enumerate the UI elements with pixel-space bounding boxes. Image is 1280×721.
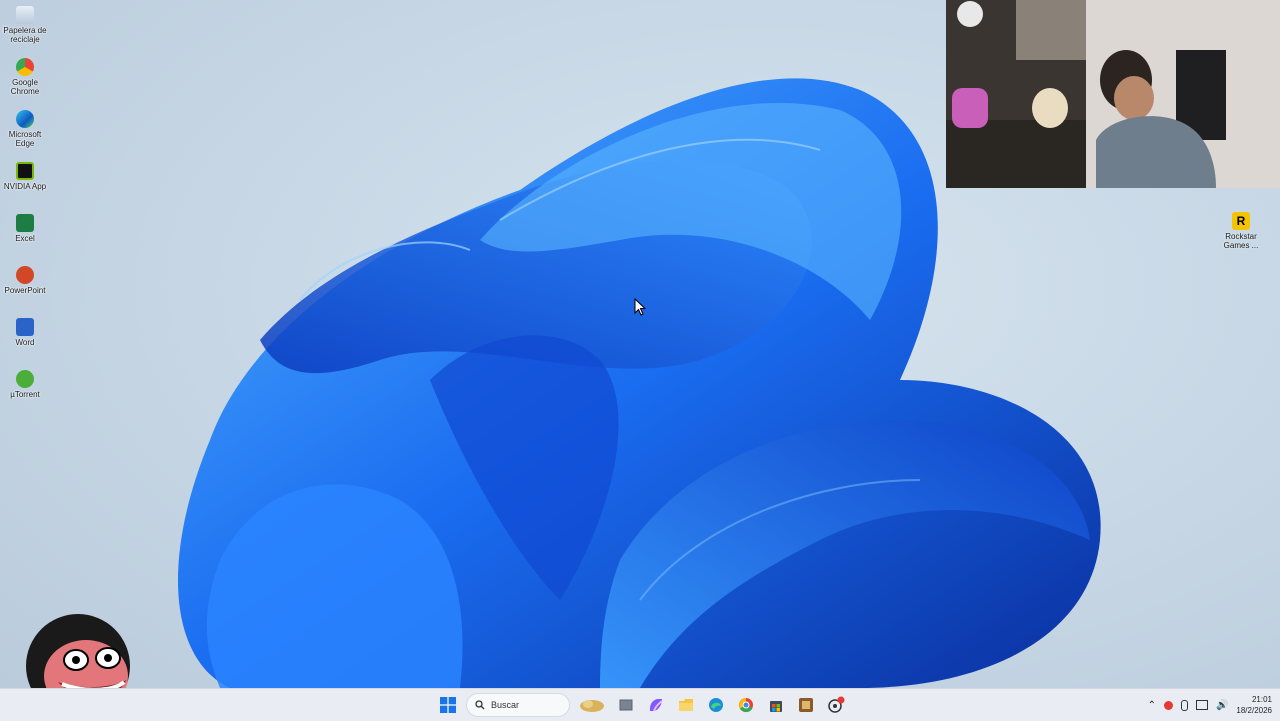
- chevron-up-icon[interactable]: ⌃: [1148, 700, 1156, 711]
- utorrent-icon: [16, 370, 34, 388]
- desktop-icon-powerpoint[interactable]: PowerPoint: [0, 262, 50, 295]
- mouse-cursor-icon: [634, 298, 646, 316]
- clock[interactable]: 21:01 18/2/2026: [1236, 694, 1272, 716]
- file-explorer-button[interactable]: [674, 693, 698, 717]
- desktop-icon-rockstar[interactable]: R Rockstar Games ...: [1218, 212, 1264, 250]
- start-button[interactable]: [436, 693, 460, 717]
- desktop-icon-label: Microsoft Edge: [8, 130, 42, 148]
- edge-taskbar-button[interactable]: [704, 693, 728, 717]
- taskbar-search[interactable]: Buscar: [466, 693, 570, 717]
- nvidia-icon: [16, 162, 34, 180]
- clock-date: 18/2/2026: [1236, 706, 1272, 715]
- microphone-icon[interactable]: [1180, 699, 1188, 711]
- store-button[interactable]: [764, 693, 788, 717]
- record-status-icon[interactable]: [1163, 700, 1173, 710]
- desktop-icon-label: Excel: [15, 234, 35, 243]
- recording-icon: [828, 696, 845, 713]
- desktop-icon-chrome[interactable]: Google Chrome: [0, 54, 50, 96]
- desktop-icon-label: NVIDIA App: [3, 182, 47, 191]
- desktop-icon-word[interactable]: Word: [0, 314, 50, 347]
- rockstar-icon: R: [1232, 212, 1250, 230]
- desktop-icon-label: µTorrent: [10, 390, 40, 399]
- search-icon: [475, 700, 485, 710]
- chrome-icon: [16, 58, 34, 76]
- search-placeholder: Buscar: [491, 700, 520, 710]
- excel-icon: [16, 214, 34, 232]
- desktop-icon-label: Word: [15, 338, 35, 347]
- desktop-icon-edge[interactable]: Microsoft Edge: [0, 106, 50, 148]
- powerpoint-icon: [16, 266, 34, 284]
- desktop-icon-recycle-bin[interactable]: Papelera de reciclaje: [0, 2, 50, 44]
- system-tray: ⌃ 🔊 21:01 18/2/2026: [1148, 692, 1272, 718]
- word-icon: [16, 318, 34, 336]
- widgets-icon: [580, 700, 604, 712]
- chrome-taskbar-button[interactable]: [734, 693, 758, 717]
- desktop-icon-label: Papelera de reciclaje: [3, 26, 47, 44]
- recycle-bin-icon: [16, 6, 34, 24]
- webcam-scene: [946, 0, 1280, 188]
- task-view-button[interactable]: [614, 693, 638, 717]
- desktop-icon-label: Rockstar Games ...: [1223, 232, 1259, 250]
- store-icon: [770, 701, 782, 712]
- edge-icon: [709, 698, 723, 712]
- file-explorer-icon: [679, 699, 693, 711]
- recording-button[interactable]: [824, 693, 848, 717]
- desktop-icon-excel[interactable]: Excel: [0, 210, 50, 243]
- volume-icon[interactable]: 🔊: [1216, 700, 1228, 711]
- widgets-button[interactable]: [576, 693, 608, 717]
- game-icon: [799, 698, 813, 712]
- game-button[interactable]: [794, 693, 818, 717]
- task-view-icon: [619, 699, 633, 711]
- desktop-icon-label: PowerPoint: [4, 286, 46, 295]
- desktop-icon-utorrent[interactable]: µTorrent: [0, 366, 50, 399]
- webcam-overlay: [946, 0, 1280, 188]
- desktop-icon-nvidia[interactable]: NVIDIA App: [0, 158, 50, 191]
- clock-time: 21:01: [1251, 695, 1272, 704]
- desktop-icon-label: Google Chrome: [10, 78, 40, 96]
- display-icon[interactable]: [1195, 700, 1208, 710]
- chrome-icon: [739, 698, 753, 713]
- taskbar: Buscar ⌃ 🔊 21:01 18/2/2026: [0, 688, 1280, 721]
- copilot-button[interactable]: [644, 693, 668, 717]
- edge-icon: [16, 110, 34, 128]
- taskbar-center: Buscar: [436, 692, 848, 718]
- copilot-icon: [650, 699, 663, 712]
- start-icon: [440, 697, 456, 713]
